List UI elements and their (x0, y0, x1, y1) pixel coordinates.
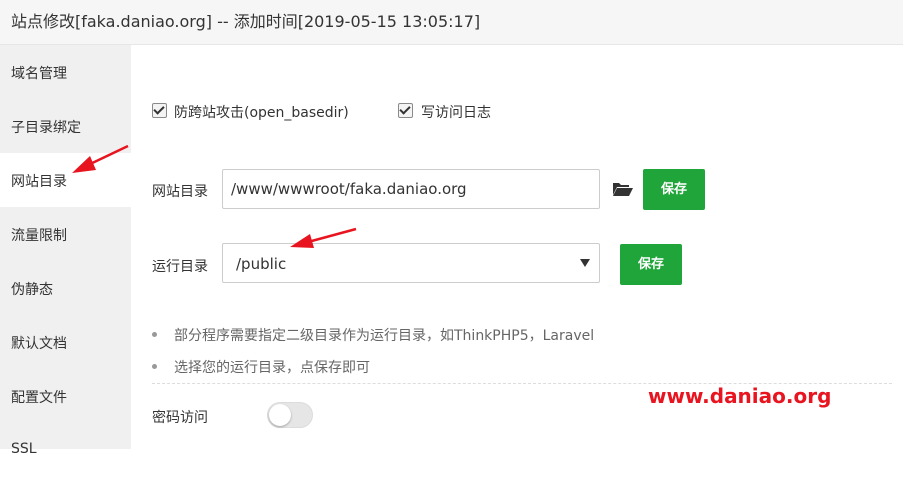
sidebar-item-traffic-limit[interactable]: 流量限制 (0, 207, 131, 261)
run-dir-save-button[interactable]: 保存 (620, 244, 682, 285)
site-dir-save-button[interactable]: 保存 (643, 169, 705, 210)
folder-open-icon[interactable] (612, 181, 634, 197)
sidebar-item-label: 子目录绑定 (11, 120, 81, 136)
watermark: www.daniao.org (648, 384, 832, 408)
site-dir-label: 网站目录 (152, 184, 208, 200)
password-access-toggle[interactable] (267, 402, 313, 428)
access-log-label: 写访问日志 (421, 105, 491, 121)
sidebar-item-label: SSL (11, 441, 37, 457)
dialog-title-bar: 站点修改[faka.daniao.org] -- 添加时间[2019-05-15… (0, 0, 903, 45)
hint-bullet (152, 364, 157, 369)
sidebar-item-label: 配置文件 (11, 390, 67, 406)
sidebar-item-label: 域名管理 (11, 66, 67, 82)
site-dir-input[interactable]: /www/wwwroot/faka.daniao.org (222, 169, 600, 209)
sidebar-item-label: 默认文档 (11, 336, 67, 352)
sidebar-item-config-file[interactable]: 配置文件 (0, 369, 131, 423)
hint-text: 部分程序需要指定二级目录作为运行目录，如ThinkPHP5，Laravel (174, 328, 595, 344)
sidebar-item-rewrite[interactable]: 伪静态 (0, 261, 131, 315)
dialog-title: 站点修改[faka.daniao.org] -- 添加时间[2019-05-15… (11, 12, 481, 31)
run-dir-value: /public (236, 255, 287, 273)
hint-text: 选择您的运行目录，点保存即可 (174, 360, 370, 376)
sidebar-item-ssl[interactable]: SSL (0, 423, 131, 477)
sidebar-item-label: 网站目录 (11, 174, 67, 190)
annotation-arrow-run-dir (290, 227, 357, 248)
site-dir-value: /www/wwwroot/faka.daniao.org (231, 180, 467, 198)
run-dir-select[interactable]: /public (222, 243, 600, 283)
run-dir-label: 运行目录 (152, 259, 208, 275)
dropdown-arrow-icon (580, 259, 590, 267)
hint-bullet (152, 332, 157, 337)
sidebar-item-default-document[interactable]: 默认文档 (0, 315, 131, 369)
annotation-arrow-sidebar (72, 144, 129, 173)
access-log-checkbox[interactable] (398, 103, 413, 118)
sidebar: 域名管理 子目录绑定 网站目录 流量限制 伪静态 默认文档 配置文件 SSL (0, 45, 133, 457)
open-basedir-checkbox[interactable] (152, 103, 167, 118)
open-basedir-label: 防跨站攻击(open_basedir) (174, 105, 349, 121)
password-access-label: 密码访问 (152, 410, 208, 426)
sidebar-item-domain[interactable]: 域名管理 (0, 45, 131, 99)
sidebar-item-label: 流量限制 (11, 228, 67, 244)
sidebar-item-label: 伪静态 (11, 282, 53, 298)
